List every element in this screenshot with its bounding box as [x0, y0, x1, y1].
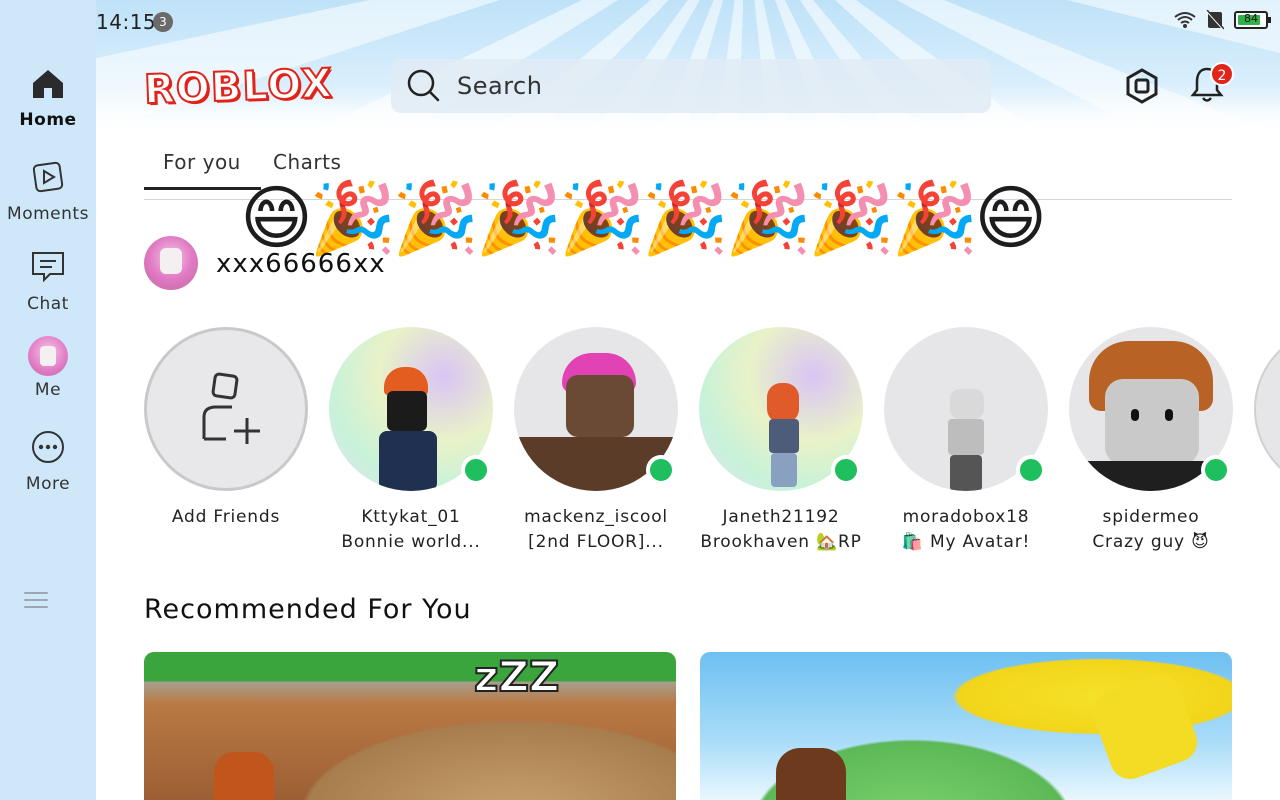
tab-for-you[interactable]: For you	[144, 150, 261, 190]
robux-button[interactable]	[1124, 68, 1160, 104]
online-indicator	[831, 455, 861, 485]
status-notification-badge: 3	[153, 12, 173, 32]
section-title: Recommended For You	[144, 594, 472, 625]
avatar	[28, 336, 68, 376]
sidebar-item-more[interactable]: More	[0, 430, 96, 494]
friend-status: [2nd FLOOR]...	[528, 532, 664, 552]
add-friends-button[interactable]: Add Friends	[144, 327, 308, 532]
chat-icon	[32, 252, 64, 283]
roblox-logo[interactable]: ROBLOX	[142, 60, 334, 115]
friend-status: 🛍️ My Avatar!	[901, 532, 1031, 552]
status-time: 14:15	[96, 10, 157, 34]
sidebar-item-label: Me	[34, 380, 62, 400]
username: xxx66666xx	[216, 249, 386, 279]
more-icon	[32, 431, 64, 463]
friend-item-partial[interactable]	[1254, 327, 1280, 491]
online-indicator	[461, 455, 491, 485]
friend-name: Kttykat_01	[361, 507, 461, 527]
battery-icon: 84	[1234, 11, 1271, 29]
friend-status: Brookhaven 🏡RP	[700, 532, 862, 552]
friend-item[interactable]: mackenz_iscool [2nd FLOOR]...	[514, 327, 678, 552]
play-icon	[32, 161, 64, 193]
status-icons: 84	[1174, 10, 1271, 30]
add-friend-icon	[202, 372, 260, 444]
friend-name: spidermeo	[1102, 507, 1200, 527]
friend-item[interactable]: Janeth21192 Brookhaven 🏡RP	[699, 327, 863, 552]
game-card[interactable]: zZZ	[144, 652, 676, 800]
search-input[interactable]: Search	[391, 59, 991, 113]
sidebar-item-home[interactable]: Home	[0, 68, 96, 130]
tab-charts[interactable]: Charts	[273, 150, 341, 174]
friend-item[interactable]: moradobox18 🛍️ My Avatar!	[884, 327, 1048, 552]
friend-status: Crazy guy 😈	[1092, 532, 1210, 552]
online-indicator	[646, 455, 676, 485]
sidebar-item-chat[interactable]: Chat	[0, 250, 96, 314]
celebration-emoji: 😄🎉🎉🎉🎉🎉🎉🎉🎉😄	[240, 177, 1047, 259]
sidebar-item-label: Home	[19, 110, 77, 130]
sidebar-item-label: Moments	[7, 204, 89, 224]
notifications-button[interactable]: 2	[1190, 62, 1234, 106]
sidebar-item-label: More	[25, 474, 71, 494]
avatar[interactable]	[144, 236, 198, 290]
friend-item[interactable]: spidermeo Crazy guy 😈	[1069, 327, 1233, 552]
online-indicator	[1016, 455, 1046, 485]
sidebar-item-me[interactable]: Me	[0, 336, 96, 400]
friend-name: Janeth21192	[722, 507, 840, 527]
game-card[interactable]	[700, 652, 1232, 800]
silent-icon	[1206, 10, 1224, 30]
home-icon	[33, 70, 63, 98]
friend-status: Bonnie world...	[341, 532, 481, 552]
wifi-icon	[1174, 12, 1196, 28]
friend-name: mackenz_iscool	[524, 507, 668, 527]
sidebar-item-moments[interactable]: Moments	[0, 160, 96, 224]
online-indicator	[1201, 455, 1231, 485]
notification-badge: 2	[1210, 62, 1234, 86]
robux-icon	[1126, 68, 1158, 104]
friend-name: Add Friends	[171, 507, 281, 527]
sidebar-item-label: Chat	[27, 294, 69, 314]
friend-name: moradobox18	[902, 507, 1030, 527]
menu-handle-icon[interactable]	[24, 592, 48, 612]
search-placeholder: Search	[457, 72, 543, 100]
search-icon	[407, 69, 440, 102]
friend-item[interactable]: Kttykat_01 Bonnie world...	[329, 327, 493, 552]
